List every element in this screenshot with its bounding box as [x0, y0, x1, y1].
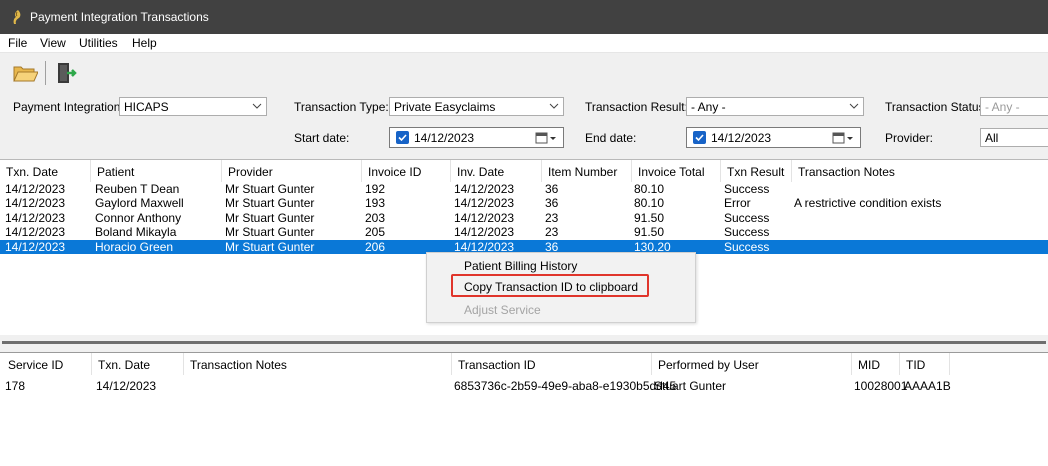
- toolbar-separator: [45, 61, 46, 85]
- table-row[interactable]: 178 14/12/2023 6853736c-2b59-49e9-aba8-e…: [0, 379, 1048, 393]
- provider-label: Provider:: [885, 131, 934, 145]
- exit-door-icon[interactable]: [53, 60, 79, 86]
- window-title: Payment Integration Transactions: [30, 10, 209, 24]
- table-row[interactable]: 14/12/2023 Boland Mikayla Mr Stuart Gunt…: [0, 225, 1048, 239]
- folder-open-icon[interactable]: [12, 60, 38, 86]
- menu-item-copy-transaction-id[interactable]: Copy Transaction ID to clipboard: [464, 280, 638, 294]
- provider-select[interactable]: All: [980, 128, 1048, 147]
- column-header[interactable]: Item Number: [542, 160, 632, 182]
- menu-item-patient-billing-history[interactable]: Patient Billing History: [464, 259, 577, 273]
- column-header[interactable]: Patient: [91, 160, 222, 182]
- column-header[interactable]: Txn Result: [721, 160, 792, 182]
- table-row[interactable]: 14/12/2023 Connor Anthony Mr Stuart Gunt…: [0, 211, 1048, 225]
- column-header[interactable]: Txn. Date: [92, 353, 184, 375]
- column-header[interactable]: Transaction Notes: [792, 160, 1048, 182]
- column-header[interactable]: Inv. Date: [451, 160, 542, 182]
- checkbox-checked-icon[interactable]: [396, 131, 409, 144]
- toolbar: [0, 53, 1048, 91]
- panel-splitter[interactable]: [0, 335, 1048, 352]
- column-header[interactable]: Txn. Date: [0, 160, 91, 182]
- transaction-type-label: Transaction Type:: [294, 100, 389, 114]
- transaction-status-label: Transaction Status:: [885, 100, 988, 114]
- column-header[interactable]: MID: [852, 353, 900, 375]
- table-row[interactable]: 14/12/2023 Gaylord Maxwell Mr Stuart Gun…: [0, 196, 1048, 210]
- payment-integration-label: Payment Integration:: [13, 100, 124, 114]
- title-bar: Payment Integration Transactions: [0, 0, 1048, 34]
- transaction-result-select[interactable]: - Any -: [686, 97, 864, 116]
- column-header[interactable]: Provider: [222, 160, 362, 182]
- menu-help[interactable]: Help: [132, 36, 157, 50]
- start-date-picker[interactable]: 14/12/2023: [389, 127, 564, 148]
- end-date-picker[interactable]: 14/12/2023: [686, 127, 861, 148]
- column-header[interactable]: Invoice Total: [632, 160, 721, 182]
- column-header[interactable]: Performed by User: [652, 353, 852, 375]
- transaction-result-label: Transaction Result:: [585, 100, 688, 114]
- calendar-dropdown-icon[interactable]: [535, 131, 557, 145]
- chevron-down-icon: [849, 103, 859, 109]
- menu-bar: File View Utilities Help: [0, 34, 1048, 53]
- transaction-type-select[interactable]: Private Easyclaims: [389, 97, 564, 116]
- menu-view[interactable]: View: [40, 36, 66, 50]
- menu-item-adjust-service[interactable]: Adjust Service: [464, 303, 541, 317]
- column-header[interactable]: Transaction ID: [452, 353, 652, 375]
- column-header[interactable]: Transaction Notes: [184, 353, 452, 375]
- app-logo-icon: [13, 10, 21, 24]
- end-date-label: End date:: [585, 131, 637, 145]
- column-header[interactable]: TID: [900, 353, 950, 375]
- chevron-down-icon: [549, 103, 559, 109]
- menu-file[interactable]: File: [8, 36, 27, 50]
- table-row[interactable]: 14/12/2023 Reuben T Dean Mr Stuart Gunte…: [0, 182, 1048, 196]
- transaction-status-select[interactable]: - Any -: [980, 97, 1048, 116]
- column-header[interactable]: Invoice ID: [362, 160, 451, 182]
- services-grid[interactable]: Service ID Txn. Date Transaction Notes T…: [0, 352, 1048, 466]
- start-date-label: Start date:: [294, 131, 350, 145]
- column-header[interactable]: Service ID: [0, 353, 92, 375]
- context-menu: Patient Billing History Copy Transaction…: [426, 252, 696, 323]
- checkbox-checked-icon[interactable]: [693, 131, 706, 144]
- chevron-down-icon: [252, 103, 262, 109]
- calendar-dropdown-icon[interactable]: [832, 131, 854, 145]
- payment-integration-select[interactable]: HICAPS: [119, 97, 267, 116]
- menu-utilities[interactable]: Utilities: [79, 36, 118, 50]
- splitter-bar: [2, 341, 1046, 344]
